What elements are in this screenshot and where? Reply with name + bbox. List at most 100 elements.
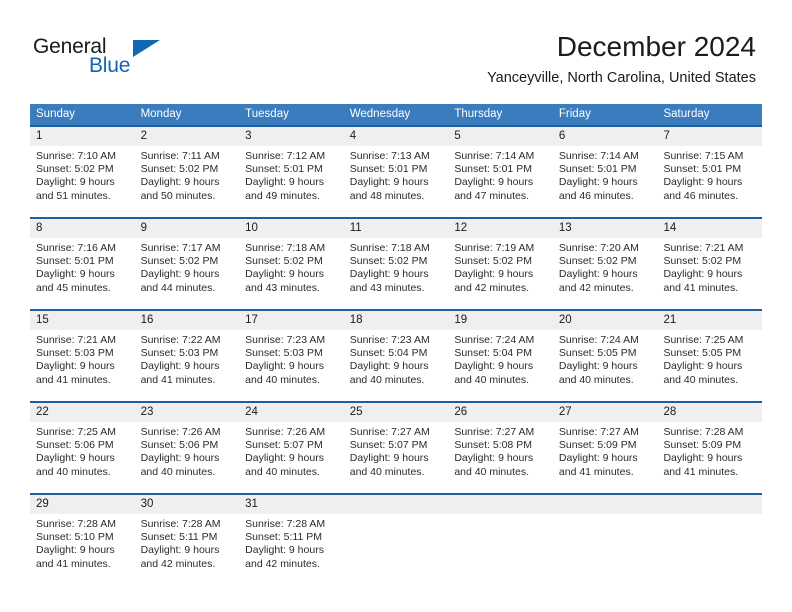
day-number[interactable]: 11 <box>344 219 449 238</box>
day-cell[interactable]: Sunrise: 7:11 AM Sunset: 5:02 PM Dayligh… <box>135 146 240 217</box>
day-number[interactable]: 14 <box>657 219 762 238</box>
sunset-line: Sunset: 5:01 PM <box>663 163 742 176</box>
sunset-line: Sunset: 5:05 PM <box>663 347 742 360</box>
day-cell[interactable]: Sunrise: 7:14 AM Sunset: 5:01 PM Dayligh… <box>448 146 553 217</box>
daylight-line-1: Daylight: 9 hours <box>140 176 220 189</box>
calendar-week-row: 15 16 17 18 19 20 21 Sunrise: 7:21 AM Su… <box>30 309 762 401</box>
day-number[interactable]: 9 <box>135 219 240 238</box>
day-number[interactable]: 5 <box>448 127 553 146</box>
daylight-line-1: Daylight: 9 hours <box>558 360 638 373</box>
daylight-line-2: and 47 minutes. <box>454 189 530 202</box>
day-number[interactable]: 6 <box>553 127 658 146</box>
day-number[interactable]: 29 <box>30 495 135 514</box>
daylight-line-1: Daylight: 9 hours <box>140 268 220 281</box>
day-number[interactable]: 8 <box>30 219 135 238</box>
week-daynumber-band: 8 9 10 11 12 13 14 <box>30 219 762 238</box>
day-cell[interactable]: Sunrise: 7:23 AM Sunset: 5:04 PM Dayligh… <box>344 330 449 401</box>
daylight-line-1: Daylight: 9 hours <box>558 452 638 465</box>
day-cell-empty <box>448 514 553 585</box>
day-number[interactable]: 2 <box>135 127 240 146</box>
day-number[interactable]: 13 <box>553 219 658 238</box>
day-number[interactable]: 3 <box>239 127 344 146</box>
day-number[interactable]: 16 <box>135 311 240 330</box>
day-cell[interactable]: Sunrise: 7:26 AM Sunset: 5:07 PM Dayligh… <box>239 422 344 493</box>
day-number[interactable]: 27 <box>553 403 658 422</box>
day-number[interactable]: 26 <box>448 403 553 422</box>
day-number[interactable]: 17 <box>239 311 344 330</box>
sunset-line: Sunset: 5:01 PM <box>245 163 323 176</box>
sunrise-line: Sunrise: 7:18 AM <box>349 242 430 254</box>
day-number[interactable]: 18 <box>344 311 449 330</box>
day-cell[interactable]: Sunrise: 7:28 AM Sunset: 5:11 PM Dayligh… <box>239 514 344 585</box>
day-number[interactable]: 1 <box>30 127 135 146</box>
day-cell[interactable]: Sunrise: 7:25 AM Sunset: 5:05 PM Dayligh… <box>657 330 762 401</box>
sunrise-line: Sunrise: 7:14 AM <box>558 150 639 162</box>
day-number[interactable]: 31 <box>239 495 344 514</box>
day-number[interactable]: 20 <box>553 311 658 330</box>
day-cell[interactable]: Sunrise: 7:17 AM Sunset: 5:02 PM Dayligh… <box>135 238 240 309</box>
daylight-line-1: Daylight: 9 hours <box>140 452 220 465</box>
day-cell[interactable]: Sunrise: 7:24 AM Sunset: 5:05 PM Dayligh… <box>553 330 658 401</box>
sunset-line: Sunset: 5:11 PM <box>140 531 218 544</box>
daylight-line-2: and 42 minutes. <box>140 557 216 570</box>
day-number[interactable]: 23 <box>135 403 240 422</box>
day-cell[interactable]: Sunrise: 7:14 AM Sunset: 5:01 PM Dayligh… <box>553 146 658 217</box>
day-cell[interactable]: Sunrise: 7:22 AM Sunset: 5:03 PM Dayligh… <box>135 330 240 401</box>
daylight-line-2: and 51 minutes. <box>36 189 111 202</box>
day-number[interactable]: 7 <box>657 127 762 146</box>
day-number[interactable]: 15 <box>30 311 135 330</box>
day-cell[interactable]: Sunrise: 7:27 AM Sunset: 5:08 PM Dayligh… <box>448 422 553 493</box>
day-cell[interactable]: Sunrise: 7:28 AM Sunset: 5:09 PM Dayligh… <box>657 422 762 493</box>
sunset-line: Sunset: 5:02 PM <box>140 163 219 176</box>
day-cell[interactable]: Sunrise: 7:25 AM Sunset: 5:06 PM Dayligh… <box>30 422 135 493</box>
page-title: December 2024 <box>556 31 756 62</box>
daylight-line-2: and 40 minutes. <box>663 373 739 386</box>
day-cell[interactable]: Sunrise: 7:12 AM Sunset: 5:01 PM Dayligh… <box>239 146 344 217</box>
daylight-line-2: and 46 minutes. <box>663 189 739 202</box>
day-cell[interactable]: Sunrise: 7:15 AM Sunset: 5:01 PM Dayligh… <box>657 146 762 217</box>
day-cell[interactable]: Sunrise: 7:10 AM Sunset: 5:02 PM Dayligh… <box>30 146 135 217</box>
daylight-line-2: and 41 minutes. <box>36 557 111 570</box>
day-number[interactable]: 4 <box>344 127 449 146</box>
day-cell[interactable]: Sunrise: 7:21 AM Sunset: 5:02 PM Dayligh… <box>657 238 762 309</box>
day-cell[interactable]: Sunrise: 7:28 AM Sunset: 5:11 PM Dayligh… <box>135 514 240 585</box>
day-number[interactable]: 10 <box>239 219 344 238</box>
day-cell[interactable]: Sunrise: 7:26 AM Sunset: 5:06 PM Dayligh… <box>135 422 240 493</box>
day-cell[interactable]: Sunrise: 7:13 AM Sunset: 5:01 PM Dayligh… <box>344 146 449 217</box>
day-number[interactable]: 22 <box>30 403 135 422</box>
day-number[interactable]: 24 <box>239 403 344 422</box>
day-cell[interactable]: Sunrise: 7:24 AM Sunset: 5:04 PM Dayligh… <box>448 330 553 401</box>
day-number[interactable]: 28 <box>657 403 762 422</box>
day-number[interactable]: 30 <box>135 495 240 514</box>
day-cell[interactable]: Sunrise: 7:16 AM Sunset: 5:01 PM Dayligh… <box>30 238 135 309</box>
day-number[interactable]: 19 <box>448 311 553 330</box>
sunset-line: Sunset: 5:07 PM <box>245 439 323 452</box>
sunrise-line: Sunrise: 7:26 AM <box>140 426 221 438</box>
day-cell[interactable]: Sunrise: 7:18 AM Sunset: 5:02 PM Dayligh… <box>239 238 344 309</box>
daylight-line-2: and 40 minutes. <box>454 465 530 478</box>
daylight-line-1: Daylight: 9 hours <box>140 544 220 557</box>
daylight-line-2: and 40 minutes. <box>245 465 320 478</box>
day-number[interactable]: 21 <box>657 311 762 330</box>
day-cell[interactable]: Sunrise: 7:27 AM Sunset: 5:07 PM Dayligh… <box>344 422 449 493</box>
day-cell-empty <box>657 514 762 585</box>
day-cell[interactable]: Sunrise: 7:19 AM Sunset: 5:02 PM Dayligh… <box>448 238 553 309</box>
daylight-line-2: and 50 minutes. <box>140 189 216 202</box>
day-cell[interactable]: Sunrise: 7:27 AM Sunset: 5:09 PM Dayligh… <box>553 422 658 493</box>
day-cell[interactable]: Sunrise: 7:20 AM Sunset: 5:02 PM Dayligh… <box>553 238 658 309</box>
day-cell[interactable]: Sunrise: 7:18 AM Sunset: 5:02 PM Dayligh… <box>344 238 449 309</box>
day-number[interactable]: 25 <box>344 403 449 422</box>
day-cell[interactable]: Sunrise: 7:21 AM Sunset: 5:03 PM Dayligh… <box>30 330 135 401</box>
sunrise-line: Sunrise: 7:22 AM <box>140 334 221 346</box>
daylight-line-2: and 42 minutes. <box>558 281 634 294</box>
calendar-week-row: 1 2 3 4 5 6 7 Sunrise: 7:10 AM Sunset: 5… <box>30 125 762 217</box>
weekday-header-monday: Monday <box>140 108 182 120</box>
general-blue-logo[interactable]: General Blue <box>33 36 213 84</box>
logo-text-blue: Blue <box>89 54 131 77</box>
day-cell[interactable]: Sunrise: 7:23 AM Sunset: 5:03 PM Dayligh… <box>239 330 344 401</box>
sunrise-line: Sunrise: 7:25 AM <box>36 426 116 438</box>
daylight-line-1: Daylight: 9 hours <box>245 176 324 189</box>
day-number[interactable]: 12 <box>448 219 553 238</box>
day-cell[interactable]: Sunrise: 7:28 AM Sunset: 5:10 PM Dayligh… <box>30 514 135 585</box>
daylight-line-1: Daylight: 9 hours <box>36 544 115 557</box>
